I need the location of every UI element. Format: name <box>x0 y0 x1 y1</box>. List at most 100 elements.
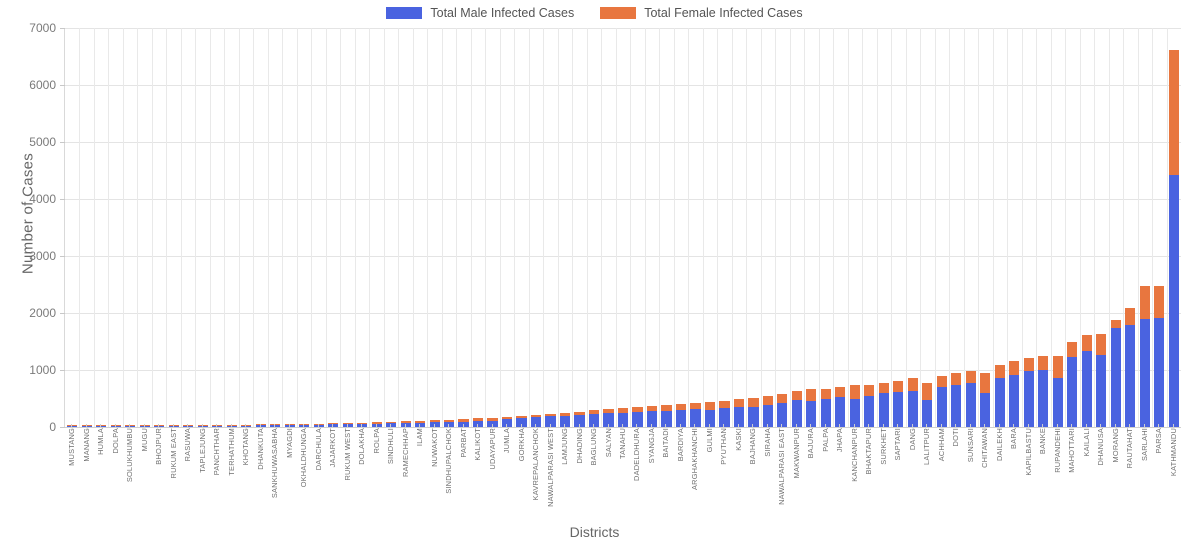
bar-segment-female[interactable] <box>472 418 484 422</box>
bar-segment-female[interactable] <box>270 424 281 426</box>
bar-column[interactable] <box>1038 355 1049 427</box>
bar-segment-female[interactable] <box>1023 357 1034 372</box>
bar-segment-female[interactable] <box>617 408 629 413</box>
bar-segment-female[interactable] <box>154 425 165 426</box>
bar-segment-male[interactable] <box>415 422 426 427</box>
bar-column[interactable] <box>530 415 542 427</box>
bar-segment-female[interactable] <box>183 425 194 426</box>
bar-segment-female[interactable] <box>719 400 730 409</box>
bar-segment-male[interactable] <box>777 402 788 427</box>
bar-segment-female[interactable] <box>1110 319 1121 328</box>
bar-segment-male[interactable] <box>994 377 1005 427</box>
bar-column[interactable] <box>994 365 1005 427</box>
bar-column[interactable] <box>690 402 701 427</box>
bar-segment-male[interactable] <box>241 425 252 427</box>
bar-segment-female[interactable] <box>893 380 904 392</box>
bar-column[interactable] <box>212 424 223 427</box>
bar-column[interactable] <box>762 395 773 427</box>
bar-segment-male[interactable] <box>864 395 875 427</box>
bar-segment-female[interactable] <box>299 423 310 425</box>
bar-segment-male[interactable] <box>1052 377 1063 427</box>
bar-segment-female[interactable] <box>444 419 455 422</box>
bar-segment-female[interactable] <box>675 403 687 410</box>
bar-column[interactable] <box>791 391 802 427</box>
bar-segment-female[interactable] <box>545 413 556 417</box>
bar-column[interactable] <box>907 378 918 427</box>
bar-segment-female[interactable] <box>241 424 252 426</box>
bar-segment-male[interactable] <box>559 415 571 427</box>
bar-column[interactable] <box>820 388 831 427</box>
bar-column[interactable] <box>980 373 991 427</box>
bar-segment-female[interactable] <box>559 412 571 416</box>
bar-segment-female[interactable] <box>632 407 643 413</box>
bar-column[interactable] <box>748 397 759 427</box>
bar-segment-male[interactable] <box>125 426 136 427</box>
bar-column[interactable] <box>1096 334 1107 427</box>
bar-segment-female[interactable] <box>1168 49 1179 175</box>
bar-segment-female[interactable] <box>386 421 397 424</box>
bar-segment-male[interactable] <box>183 426 194 427</box>
bar-segment-female[interactable] <box>965 370 976 383</box>
bar-segment-male[interactable] <box>849 398 860 427</box>
bar-column[interactable] <box>1125 308 1136 427</box>
bar-segment-male[interactable] <box>154 426 165 427</box>
bar-column[interactable] <box>806 389 817 427</box>
bar-column[interactable] <box>501 417 513 427</box>
bar-segment-female[interactable] <box>212 424 223 426</box>
bar-column[interactable] <box>299 423 310 427</box>
bar-column[interactable] <box>835 386 846 427</box>
bar-segment-male[interactable] <box>1067 357 1078 427</box>
bar-segment-male[interactable] <box>299 424 310 427</box>
bar-segment-female[interactable] <box>501 417 513 419</box>
bar-segment-female[interactable] <box>907 378 918 391</box>
bar-column[interactable] <box>1052 355 1063 427</box>
bar-segment-male[interactable] <box>96 426 107 427</box>
bar-segment-male[interactable] <box>1096 355 1107 427</box>
bar-column[interactable] <box>777 393 788 427</box>
bar-column[interactable] <box>1067 342 1078 427</box>
bar-column[interactable] <box>1081 335 1092 427</box>
bar-segment-female[interactable] <box>1154 285 1165 318</box>
bar-segment-male[interactable] <box>357 423 368 427</box>
bar-segment-male[interactable] <box>632 412 643 427</box>
legend-item-male[interactable]: Total Male Infected Cases <box>386 6 574 20</box>
bar-segment-female[interactable] <box>487 417 498 421</box>
bar-segment-female[interactable] <box>733 399 745 408</box>
bar-column[interactable] <box>849 384 860 427</box>
bar-segment-male[interactable] <box>907 390 918 427</box>
bar-segment-male[interactable] <box>1023 371 1034 427</box>
bar-segment-male[interactable] <box>806 401 817 427</box>
bar-segment-male[interactable] <box>951 385 962 427</box>
bar-segment-female[interactable] <box>777 393 788 403</box>
bar-segment-female[interactable] <box>704 401 716 410</box>
bar-segment-male[interactable] <box>936 386 947 427</box>
bar-segment-female[interactable] <box>980 373 991 394</box>
bar-segment-female[interactable] <box>1081 335 1092 351</box>
bar-column[interactable] <box>1110 319 1121 427</box>
bar-segment-male[interactable] <box>690 409 701 427</box>
bar-segment-male[interactable] <box>1081 350 1092 427</box>
bar-segment-female[interactable] <box>1038 355 1049 370</box>
bar-column[interactable] <box>154 425 165 427</box>
bar-segment-male[interactable] <box>1038 369 1049 427</box>
bar-segment-male[interactable] <box>719 408 730 427</box>
bar-segment-female[interactable] <box>922 383 933 401</box>
bar-column[interactable] <box>415 420 426 427</box>
bar-segment-female[interactable] <box>400 421 411 424</box>
bar-segment-female[interactable] <box>762 395 773 406</box>
bar-segment-female[interactable] <box>748 397 759 407</box>
bar-segment-male[interactable] <box>820 398 831 427</box>
bar-segment-male[interactable] <box>835 397 846 427</box>
bar-segment-female[interactable] <box>603 409 614 414</box>
bar-segment-female[interactable] <box>878 382 889 393</box>
bar-column[interactable] <box>733 399 745 427</box>
bar-column[interactable] <box>1023 357 1034 427</box>
bar-column[interactable] <box>661 404 672 427</box>
bar-segment-female[interactable] <box>588 410 600 415</box>
bar-segment-female[interactable] <box>646 405 658 412</box>
bar-column[interactable] <box>96 425 107 427</box>
bar-segment-male[interactable] <box>980 393 991 427</box>
bar-segment-male[interactable] <box>878 392 889 427</box>
bar-segment-female[interactable] <box>96 425 107 426</box>
bar-segment-female[interactable] <box>458 419 469 422</box>
